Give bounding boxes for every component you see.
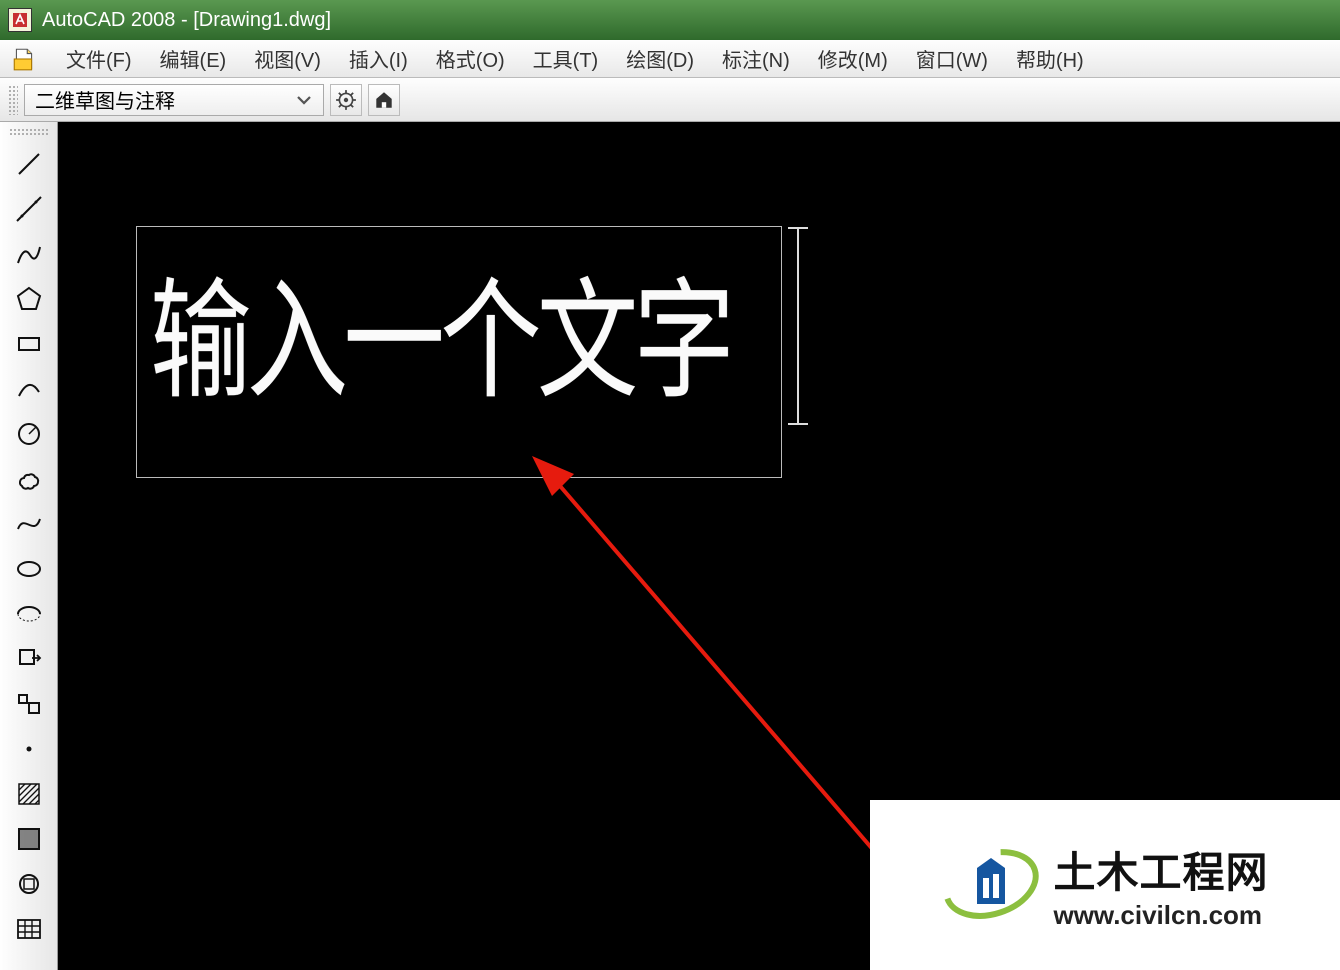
tool-rectangle[interactable] bbox=[8, 323, 50, 365]
menu-dimension[interactable]: 标注(N) bbox=[722, 44, 790, 73]
menu-format[interactable]: 格式(O) bbox=[436, 44, 505, 73]
app-icon bbox=[8, 8, 32, 32]
tool-hatch[interactable] bbox=[8, 773, 50, 815]
tool-table[interactable] bbox=[8, 908, 50, 950]
tool-revision-cloud[interactable] bbox=[8, 458, 50, 500]
my-workspace-button[interactable] bbox=[368, 84, 400, 116]
workspace-selected: 二维草图与注释 bbox=[35, 85, 175, 114]
text-cursor-icon bbox=[778, 226, 818, 426]
tool-circle[interactable] bbox=[8, 413, 50, 455]
menu-modify[interactable]: 修改(M) bbox=[818, 44, 888, 73]
menu-edit[interactable]: 编辑(E) bbox=[160, 44, 227, 73]
menu-view[interactable]: 视图(V) bbox=[254, 44, 321, 73]
tool-polyline[interactable] bbox=[8, 233, 50, 275]
menu-tools[interactable]: 工具(T) bbox=[533, 44, 599, 73]
draw-tool-palette bbox=[0, 122, 58, 970]
watermark: 土木工程网 www.civilcn.com bbox=[870, 800, 1340, 970]
tool-region[interactable] bbox=[8, 863, 50, 905]
main-area: 输入一个文字 土木工程网 www.civilcn.com bbox=[0, 122, 1340, 970]
tool-arc[interactable] bbox=[8, 368, 50, 410]
workspace-settings-button[interactable] bbox=[330, 84, 362, 116]
titlebar: AutoCAD 2008 - [Drawing1.dwg] bbox=[0, 0, 1340, 40]
window-title: AutoCAD 2008 - [Drawing1.dwg] bbox=[42, 9, 331, 32]
workspace-toolbar: 二维草图与注释 bbox=[0, 78, 1340, 122]
watermark-text: 土木工程网 www.civilcn.com bbox=[1053, 839, 1268, 931]
tool-make-block[interactable] bbox=[8, 683, 50, 725]
watermark-logo-icon bbox=[941, 844, 1041, 927]
tool-polygon[interactable] bbox=[8, 278, 50, 320]
menubar: 文件(F) 编辑(E) 视图(V) 插入(I) 格式(O) 工具(T) 绘图(D… bbox=[0, 40, 1340, 78]
tool-spline[interactable] bbox=[8, 503, 50, 545]
menu-help[interactable]: 帮助(H) bbox=[1016, 44, 1084, 73]
menu-window[interactable]: 窗口(W) bbox=[916, 44, 988, 73]
menu-file[interactable]: 文件(F) bbox=[66, 44, 132, 73]
document-icon[interactable] bbox=[10, 45, 38, 73]
menu-draw[interactable]: 绘图(D) bbox=[626, 44, 694, 73]
watermark-title: 土木工程网 bbox=[1053, 839, 1268, 900]
chevron-down-icon bbox=[295, 91, 313, 109]
tool-ellipse-arc[interactable] bbox=[8, 593, 50, 635]
tool-point[interactable] bbox=[8, 728, 50, 770]
tool-line[interactable] bbox=[8, 143, 50, 185]
palette-grip[interactable] bbox=[9, 128, 49, 136]
drawing-canvas[interactable]: 输入一个文字 土木工程网 www.civilcn.com bbox=[58, 122, 1340, 970]
watermark-url: www.civilcn.com bbox=[1053, 900, 1268, 931]
menu-insert[interactable]: 插入(I) bbox=[349, 44, 408, 73]
canvas-text-content[interactable]: 输入一个文字 bbox=[150, 236, 730, 424]
workspace-select[interactable]: 二维草图与注释 bbox=[24, 84, 324, 116]
tool-insert-block[interactable] bbox=[8, 638, 50, 680]
tool-construction-line[interactable] bbox=[8, 188, 50, 230]
tool-gradient[interactable] bbox=[8, 818, 50, 860]
tool-ellipse[interactable] bbox=[8, 548, 50, 590]
toolbar-grip[interactable] bbox=[8, 85, 18, 115]
